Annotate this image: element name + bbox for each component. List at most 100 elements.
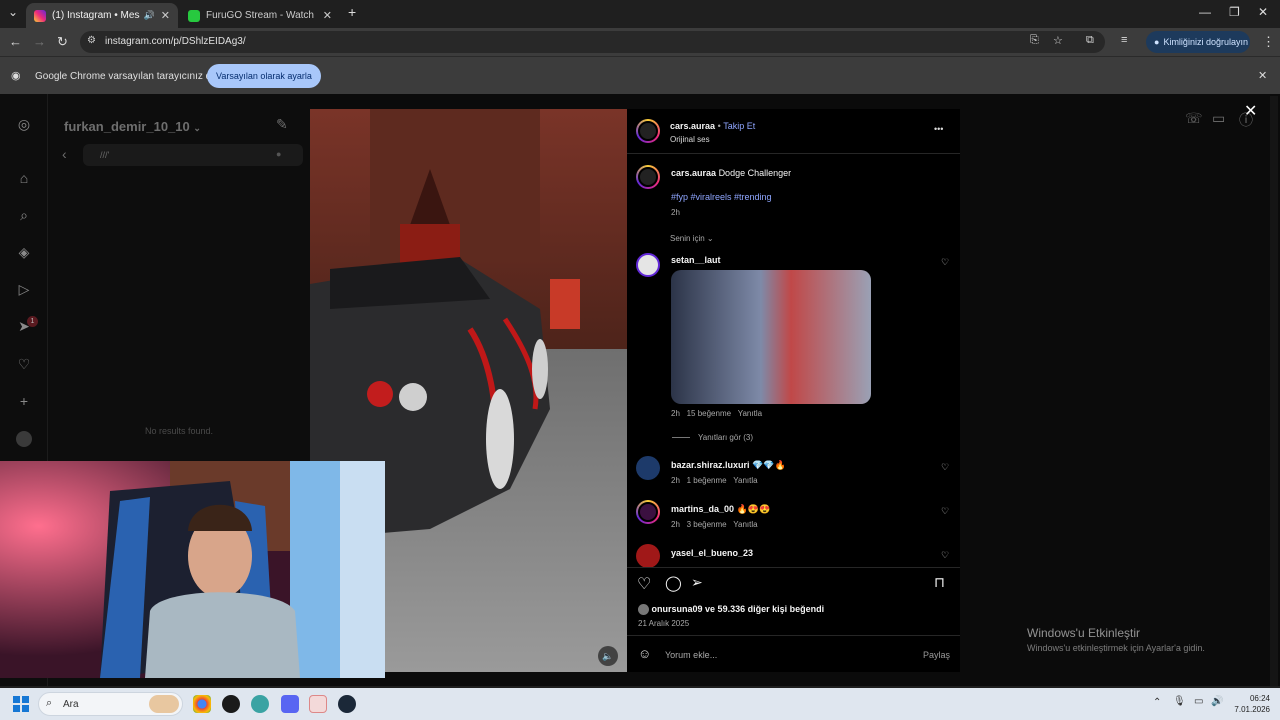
like-heart-icon[interactable]: ♡ (637, 574, 651, 594)
close-infobar-icon[interactable]: ✕ (1258, 69, 1267, 82)
active-app-taskbar-icon[interactable] (309, 695, 327, 713)
search-highlight-icon (149, 695, 179, 713)
dm-username[interactable]: furkan_demir_10_10 ⌄ (64, 119, 201, 134)
url-text: instagram.com/p/DShlzEIDAg3/ (105, 36, 246, 47)
comment-username[interactable]: yasel_el_bueno_23 (671, 548, 753, 558)
comment-meta: 2h 3 beğenme Yanıtla (671, 520, 758, 529)
bookmark-star-icon[interactable]: ☆ (1053, 34, 1063, 47)
close-tab-icon[interactable]: ✕ (161, 9, 170, 22)
sort-dropdown[interactable]: Senin için ⌄ (670, 234, 714, 243)
emoji-icon[interactable]: ☺ (638, 646, 651, 661)
save-bookmark-icon[interactable]: ⊓ (934, 574, 945, 591)
like-comment-icon[interactable]: ♡ (941, 462, 949, 473)
taskbar-clock[interactable]: 06:24 7.01.2026 (1222, 693, 1270, 715)
comment-username[interactable]: bazar.shiraz.luxuri 💎💎🔥 (671, 460, 786, 471)
caption-author: cars.auraa (671, 168, 717, 178)
comment-icon[interactable]: ◯ (665, 574, 682, 592)
new-message-icon[interactable]: ✎ (276, 116, 288, 133)
chrome-taskbar-icon[interactable] (193, 695, 211, 713)
reels-icon[interactable]: ▷ (16, 281, 32, 297)
comment-username[interactable]: setan__laut (671, 255, 721, 265)
network-icon[interactable]: ▭ (1194, 696, 1203, 707)
instagram-logo-icon[interactable]: ◎ (16, 116, 32, 132)
set-default-button[interactable]: Varsayılan olarak ayarla (207, 64, 321, 88)
author-username[interactable]: cars.auraa • Takip Et (670, 121, 755, 131)
restore-icon[interactable]: ❐ (1229, 5, 1240, 19)
explore-icon[interactable]: ◈ (16, 244, 32, 260)
back-chevron-icon[interactable]: ‹ (62, 146, 67, 162)
address-bar[interactable]: ⚙ instagram.com/p/DShlzEIDAg3/ ⎘ ☆ (80, 31, 1105, 53)
furugo-favicon-icon (188, 9, 200, 22)
like-comment-icon[interactable]: ♡ (941, 506, 949, 517)
verify-identity-button[interactable]: ● Kimliğinizi doğrulayın (1146, 31, 1250, 53)
tab-search-icon[interactable]: ⌄ (8, 5, 18, 19)
commenter-avatar[interactable] (636, 544, 660, 568)
forward-icon[interactable]: → (33, 34, 46, 49)
page-scrollbar[interactable] (1270, 96, 1278, 686)
audio-playing-icon[interactable]: 🔊 (144, 10, 155, 21)
profile-avatar[interactable] (16, 431, 32, 447)
video-call-icon[interactable]: ▭ (1212, 110, 1225, 127)
clear-search-icon[interactable]: ● (276, 149, 281, 159)
notifications-heart-icon[interactable]: ♡ (16, 356, 32, 372)
browser-toolbar: ← → ↻ ⚙ instagram.com/p/DShlzEIDAg3/ ⎘ ☆… (0, 28, 1280, 56)
create-plus-icon[interactable]: + (16, 393, 32, 409)
comment-meta: 2h 15 beğenme Yanıtla (671, 409, 763, 418)
likes-summary[interactable]: onursuna09 ve 59.336 diğer kişi beğendi (638, 604, 824, 616)
post-comment-button[interactable]: Paylaş (923, 650, 950, 660)
dm-search-input[interactable]: ///' ● (83, 144, 303, 166)
commenter-avatar[interactable] (636, 500, 660, 524)
reply-button[interactable]: Yanıtla (738, 409, 762, 418)
author-avatar[interactable] (636, 165, 660, 189)
chrome-menu-icon[interactable]: ⋮ (1262, 34, 1275, 50)
steam-taskbar-icon[interactable] (338, 695, 356, 713)
share-icon[interactable]: ➢ (691, 574, 703, 591)
chevron-down-icon: ⌄ (193, 123, 201, 133)
site-info-icon[interactable]: ⚙ (87, 35, 96, 46)
reply-button[interactable]: Yanıtla (733, 476, 757, 485)
caption: cars.auraa Dodge Challenger (671, 168, 791, 178)
tab-title: FuruGO Stream - Watch Live on (206, 10, 317, 21)
taskbar-search[interactable]: ⌕ Ara (38, 692, 183, 716)
extensions-icon[interactable]: ⧉ (1086, 34, 1094, 47)
start-windows-icon[interactable] (13, 696, 29, 712)
like-comment-icon[interactable]: ♡ (941, 257, 949, 268)
search-icon[interactable]: ⌕ (16, 207, 32, 223)
app-taskbar-icon[interactable] (222, 695, 240, 713)
more-options-icon[interactable]: ••• (934, 124, 943, 134)
microphone-icon[interactable]: 🎙 (1173, 696, 1186, 707)
tab-instagram[interactable]: (1) Instagram • Mesajlar 🔊 ✕ (26, 3, 178, 28)
close-window-icon[interactable]: ✕ (1258, 5, 1268, 19)
call-icon[interactable]: ☏ (1185, 110, 1203, 127)
clock-time: 06:24 (1249, 694, 1270, 703)
tab-furugo[interactable]: FuruGO Stream - Watch Live on ✕ (180, 3, 340, 28)
comment-text: 💎💎🔥 (752, 460, 786, 470)
reply-button[interactable]: Yanıtla (733, 520, 757, 529)
commenter-avatar[interactable] (636, 253, 660, 277)
comment-input[interactable]: Yorum ekle... (665, 650, 717, 660)
comment-username[interactable]: martins_da_00 🔥😍😍 (671, 504, 770, 515)
reading-list-icon[interactable]: ≡ (1121, 34, 1127, 46)
reload-icon[interactable]: ↻ (57, 34, 68, 50)
follow-button[interactable]: Takip Et (723, 121, 755, 131)
tray-chevron-icon[interactable]: ⌃ (1153, 697, 1161, 708)
mute-icon[interactable]: 🔈 (598, 646, 618, 666)
cast-icon[interactable]: ⎘ (1030, 34, 1039, 47)
back-icon[interactable]: ← (9, 34, 22, 49)
view-replies-button[interactable]: Yanıtları gör (3) (672, 433, 753, 442)
chrome-icon: ◉ (11, 70, 21, 82)
audio-label[interactable]: Orijinal ses (670, 135, 710, 144)
new-tab-icon[interactable]: + (348, 4, 356, 20)
comment-gif[interactable] (671, 270, 871, 404)
minimize-icon[interactable]: — (1199, 5, 1211, 19)
close-tab-icon[interactable]: ✕ (323, 9, 332, 22)
like-comment-icon[interactable]: ♡ (941, 550, 949, 561)
comment-meta: 2h 1 beğenme Yanıtla (671, 476, 758, 485)
home-icon[interactable]: ⌂ (16, 170, 32, 186)
close-modal-icon[interactable]: ✕ (1244, 101, 1257, 121)
discord-taskbar-icon[interactable] (281, 695, 299, 713)
settings-taskbar-icon[interactable] (251, 695, 269, 713)
commenter-avatar[interactable] (636, 456, 660, 480)
caption-hashtags[interactable]: #fyp #viralreels #trending (671, 192, 772, 202)
author-avatar[interactable] (636, 119, 660, 143)
